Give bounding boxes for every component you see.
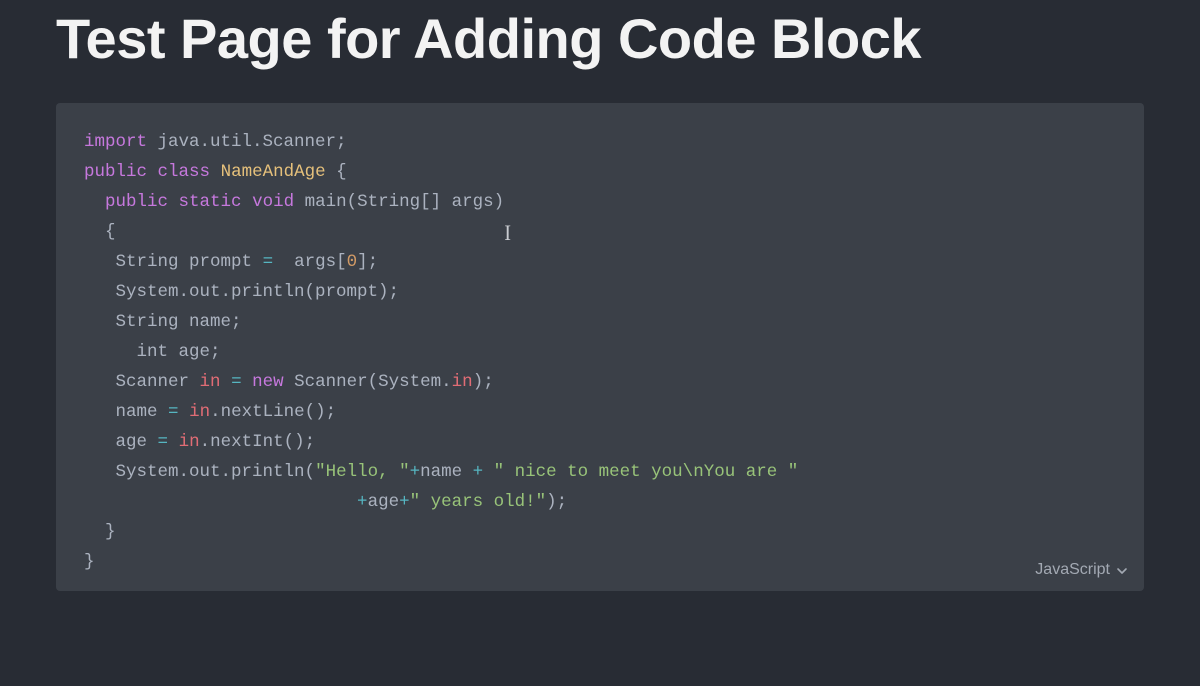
page-title: Test Page for Adding Code Block [56, 0, 1144, 71]
code-content[interactable]: import java.util.Scanner; public class N… [56, 127, 1144, 577]
language-selector[interactable]: JavaScript [1035, 561, 1126, 579]
code-block[interactable]: import java.util.Scanner; public class N… [56, 103, 1144, 591]
language-label: JavaScript [1035, 561, 1110, 579]
chevron-down-icon [1116, 565, 1126, 575]
